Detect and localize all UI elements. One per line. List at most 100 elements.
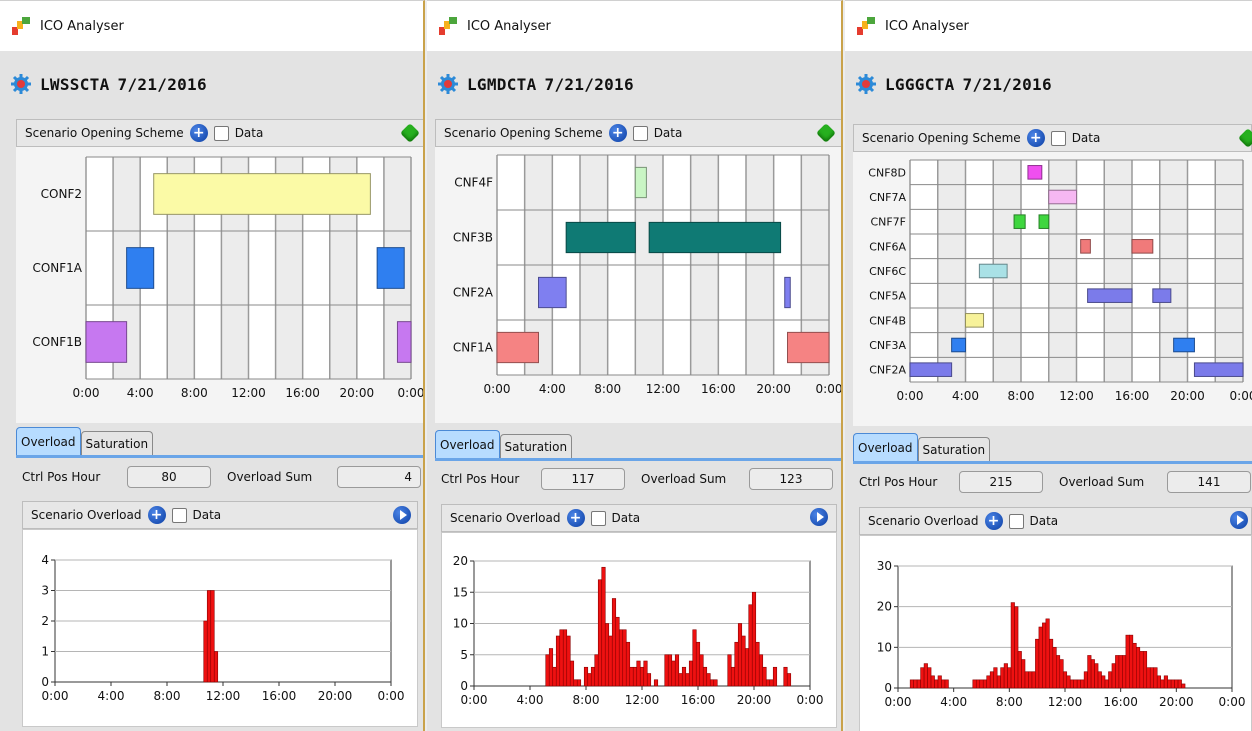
overload-bar [730, 666, 736, 687]
y-tick-label: 20 [453, 554, 468, 568]
row-label: CNF4B [869, 314, 906, 327]
overload-bar [1076, 679, 1081, 689]
x-tick-label: 16:00 [1103, 695, 1138, 709]
row-label: CNF1A [453, 341, 494, 355]
overload-bar [1170, 679, 1175, 689]
overload-bar [927, 667, 932, 689]
scheme-block-cnf7f [1038, 214, 1050, 229]
x-tick-label: 0:00 [73, 386, 100, 400]
x-tick-label: 4:00 [539, 382, 566, 396]
overload-bar [930, 675, 935, 689]
y-tick-label: 0 [460, 679, 468, 693]
x-tick-label: 8:00 [154, 689, 181, 703]
expand-plus-icon[interactable]: + [984, 512, 1003, 530]
overload-bar [559, 629, 564, 687]
overload-bar [913, 679, 918, 689]
overload-bar [206, 590, 212, 683]
sector-name: LGGGCTA [885, 74, 955, 94]
overload-bar [1052, 647, 1057, 689]
sector-header: LWSSCTA 7/21/2016 [0, 51, 423, 117]
play-icon[interactable] [393, 506, 411, 524]
overload-bar [1007, 667, 1012, 689]
overload-bar [573, 679, 578, 687]
ctrl-pos-hour-value: 117 [541, 468, 625, 490]
overload-bar [569, 660, 575, 687]
expand-plus-icon[interactable]: + [608, 124, 627, 142]
tab-overload[interactable]: Overload [435, 430, 500, 458]
data-checkbox[interactable] [632, 125, 648, 141]
x-tick-label: 20:00 [1159, 695, 1194, 709]
tab-overload[interactable]: Overload [853, 433, 918, 461]
scheme-block-cnf1a [496, 331, 539, 364]
play-icon[interactable] [810, 508, 828, 526]
overload-bar [706, 673, 711, 687]
overload-chart: 0 5 10 15 20 0:00 4:00 8:00 12:00 16:00 20:00 0:00 [441, 532, 837, 728]
data-checkbox[interactable] [171, 507, 187, 523]
scheme-block-cnf6a [1131, 239, 1154, 254]
scheme-block-cnf3a [1173, 337, 1195, 353]
sector-icon [437, 73, 459, 95]
x-tick-label: 4:00 [98, 689, 125, 703]
overload-bar [203, 620, 208, 683]
overload-bar [1028, 671, 1033, 689]
x-tick-label: 20:00 [318, 689, 353, 703]
tab-saturation[interactable]: Saturation [80, 431, 154, 455]
y-tick-label: 3 [41, 584, 49, 598]
overload-bar [1017, 651, 1022, 689]
data-checkbox[interactable] [1008, 513, 1024, 529]
overload-bar [1066, 675, 1071, 689]
tab-saturation[interactable]: Saturation [499, 434, 573, 458]
overload-bar [562, 629, 568, 687]
overload-bar [608, 635, 613, 687]
y-tick-label: 10 [877, 640, 892, 654]
data-checkbox[interactable] [1050, 130, 1066, 146]
overload-bar [1003, 663, 1008, 689]
tab-saturation[interactable]: Saturation [917, 437, 991, 461]
tab-bar: Overload Saturation [853, 431, 991, 461]
overload-bar [597, 579, 603, 687]
y-tick-label: 2 [41, 614, 49, 628]
expand-plus-icon[interactable]: + [147, 506, 166, 524]
overload-bar [552, 666, 557, 687]
overload-bar [213, 651, 219, 683]
overload-bar [576, 679, 582, 687]
overload-bar [762, 666, 767, 687]
overload-bar [625, 641, 631, 687]
scheme-block-cnf2a [909, 362, 953, 377]
overload-bar [1122, 655, 1127, 689]
overload-bar [636, 660, 641, 687]
overload-sum-label: Overload Sum [227, 470, 313, 484]
scenario-overload-bar: Scenario Overload + Data [859, 507, 1252, 535]
expand-plus-icon[interactable]: + [1026, 129, 1045, 147]
overload-bar [555, 635, 561, 687]
play-icon[interactable] [1230, 511, 1248, 529]
stats-row: Ctrl Pos Hour 117 Overload Sum 123 [441, 464, 841, 494]
overload-bar [758, 654, 764, 687]
overload-bar [737, 623, 743, 687]
sector-date: 7/21/2016 [117, 74, 207, 94]
opening-scheme-label: Scenario Opening Scheme [862, 131, 1021, 145]
x-tick-label: 20:00 [737, 693, 772, 707]
data-checkbox[interactable] [213, 125, 229, 141]
tab-overload[interactable]: Overload [16, 427, 81, 455]
row-label: CONF1B [32, 335, 82, 349]
data-checkbox-label: Data [611, 511, 641, 525]
overload-bar [618, 629, 624, 687]
expand-plus-icon[interactable]: + [189, 124, 208, 142]
overload-bar [709, 679, 715, 687]
expand-plus-icon[interactable]: + [566, 509, 585, 527]
overload-bar [601, 566, 606, 687]
time-band [1132, 160, 1160, 382]
overload-bar [993, 667, 998, 689]
overload-bar [920, 667, 925, 689]
row-label: CNF3B [453, 231, 493, 245]
y-tick-label: 30 [877, 559, 892, 573]
overload-chart-svg: 0 10 20 30 0:00 4:00 8:00 12:00 16:00 20:00 0:00 [877, 559, 1246, 709]
overload-bar [1035, 638, 1040, 689]
scheme-block-cnf1a [787, 331, 830, 364]
data-checkbox[interactable] [590, 510, 606, 526]
overload-sum-value: 141 [1167, 471, 1251, 493]
x-tick-label: 12:00 [1059, 389, 1094, 403]
x-tick-label: 12:00 [231, 386, 266, 400]
overload-bar [566, 635, 571, 687]
